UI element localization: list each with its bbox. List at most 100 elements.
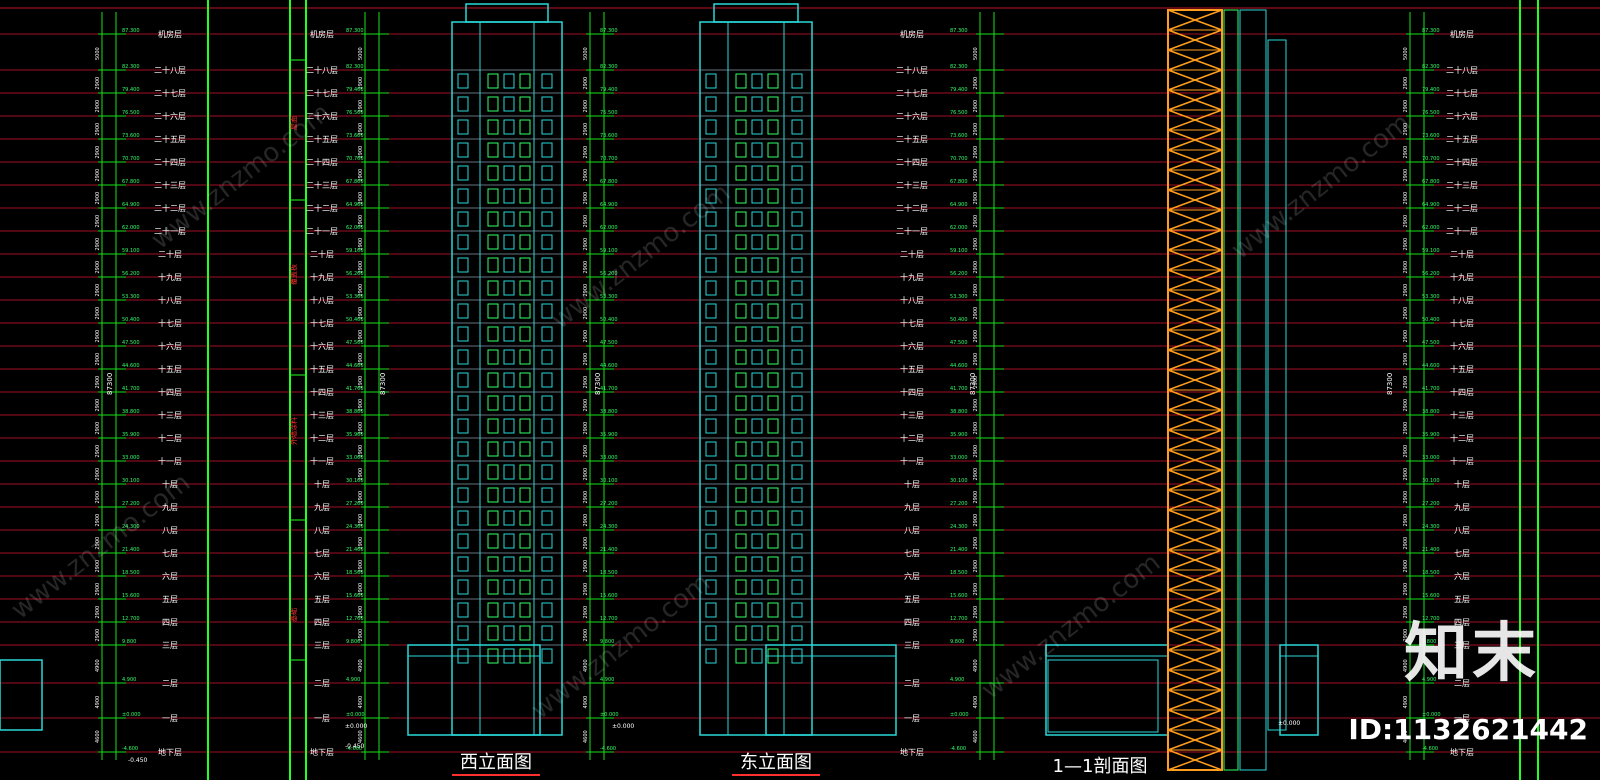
floor-label: 二十四层 bbox=[896, 157, 928, 167]
elevation-value: 21.400 bbox=[950, 547, 968, 553]
window bbox=[541, 648, 553, 664]
window bbox=[487, 326, 499, 342]
window bbox=[503, 303, 515, 319]
dimension-value: 2900 bbox=[95, 215, 101, 228]
elevation-value: 41.700 bbox=[122, 386, 140, 392]
floor-label: 四层 bbox=[314, 618, 330, 627]
dimension-value: 2900 bbox=[973, 629, 979, 642]
dimension-value: 5000 bbox=[1403, 47, 1409, 60]
dimension-value: 2900 bbox=[583, 169, 589, 182]
window bbox=[751, 487, 763, 503]
floor-label: 七层 bbox=[1454, 549, 1470, 558]
dimension-value: 2900 bbox=[1403, 238, 1409, 251]
elevation-value: 53.300 bbox=[122, 294, 140, 300]
window bbox=[541, 579, 553, 595]
elevation-value: 35.900 bbox=[950, 432, 968, 438]
dimension-value: 2900 bbox=[583, 537, 589, 550]
floor-label: 二十八层 bbox=[1446, 65, 1478, 75]
elevation-value: 12.700 bbox=[122, 616, 140, 622]
floor-label: 十三层 bbox=[900, 410, 924, 420]
floor-label: 十六层 bbox=[1450, 341, 1474, 351]
dimension-value: 2900 bbox=[973, 146, 979, 159]
dimension-value: 2900 bbox=[973, 353, 979, 366]
window bbox=[457, 326, 469, 342]
floor-label: 十五层 bbox=[158, 364, 182, 374]
window bbox=[751, 73, 763, 89]
window bbox=[541, 165, 553, 181]
elevation-value: 24.300 bbox=[346, 524, 364, 530]
floor-label: 十九层 bbox=[1450, 272, 1474, 282]
floor-label: 二十二层 bbox=[896, 203, 928, 213]
window bbox=[503, 395, 515, 411]
window bbox=[487, 165, 499, 181]
window bbox=[735, 487, 747, 503]
floor-label: 二十二层 bbox=[1446, 203, 1478, 213]
window bbox=[767, 441, 779, 457]
floor-label: 八层 bbox=[314, 526, 330, 535]
elevation-value: 27.200 bbox=[346, 501, 364, 507]
dimension-value: 2900 bbox=[95, 238, 101, 251]
dimension-value: 2900 bbox=[95, 307, 101, 320]
dimension-value: 2900 bbox=[1403, 100, 1409, 113]
window bbox=[541, 625, 553, 641]
window bbox=[705, 96, 717, 112]
window bbox=[751, 372, 763, 388]
dimension-value: 4600 bbox=[973, 730, 979, 743]
elevation-value: -4.600 bbox=[600, 746, 616, 752]
window bbox=[767, 487, 779, 503]
window bbox=[503, 142, 515, 158]
floor-label: 二十三层 bbox=[1446, 180, 1478, 190]
dimension-value: 2900 bbox=[583, 330, 589, 343]
elevation-value: 73.600 bbox=[122, 133, 140, 139]
window bbox=[487, 234, 499, 250]
window bbox=[735, 96, 747, 112]
floor-label: 地下层 bbox=[900, 747, 924, 757]
window bbox=[503, 464, 515, 480]
window bbox=[503, 165, 515, 181]
window bbox=[751, 602, 763, 618]
window bbox=[541, 142, 553, 158]
window bbox=[457, 372, 469, 388]
window bbox=[541, 326, 553, 342]
elevation-value: 73.600 bbox=[600, 133, 618, 139]
window bbox=[705, 418, 717, 434]
window bbox=[791, 487, 803, 503]
window bbox=[503, 188, 515, 204]
dimension-value: 2900 bbox=[1403, 376, 1409, 389]
window bbox=[791, 349, 803, 365]
window bbox=[705, 395, 717, 411]
window bbox=[767, 188, 779, 204]
window bbox=[735, 188, 747, 204]
floor-label: 八层 bbox=[904, 526, 920, 535]
window bbox=[735, 142, 747, 158]
floor-label: 十九层 bbox=[158, 272, 182, 282]
elevation-value: 76.500 bbox=[600, 110, 618, 116]
window bbox=[791, 73, 803, 89]
window bbox=[791, 257, 803, 273]
window bbox=[705, 119, 717, 135]
elevation-value: 30.100 bbox=[122, 478, 140, 484]
floor-label: 二十四层 bbox=[154, 157, 186, 167]
window bbox=[457, 280, 469, 296]
base-level-mark-left: -0.450 bbox=[128, 757, 148, 764]
window bbox=[791, 556, 803, 572]
elevation-value: 24.300 bbox=[950, 524, 968, 530]
elevation-value: 33.000 bbox=[1422, 455, 1440, 461]
elevation-value: -4.600 bbox=[1422, 746, 1438, 752]
dimension-value: 5000 bbox=[95, 47, 101, 60]
window bbox=[457, 510, 469, 526]
dimension-value: 2900 bbox=[95, 399, 101, 412]
elevation-value: 64.900 bbox=[346, 202, 364, 208]
window bbox=[503, 533, 515, 549]
dimension-value: 5000 bbox=[358, 47, 364, 60]
roof-machine-room bbox=[713, 3, 799, 23]
dimension-value: 2900 bbox=[1403, 169, 1409, 182]
floor-label: 十六层 bbox=[310, 341, 334, 351]
floor-label: 机房层 bbox=[1450, 29, 1474, 39]
window bbox=[457, 602, 469, 618]
window bbox=[751, 510, 763, 526]
floor-label: 二层 bbox=[314, 679, 330, 688]
window bbox=[457, 579, 469, 595]
dimension-value: 2900 bbox=[95, 100, 101, 113]
window bbox=[735, 510, 747, 526]
